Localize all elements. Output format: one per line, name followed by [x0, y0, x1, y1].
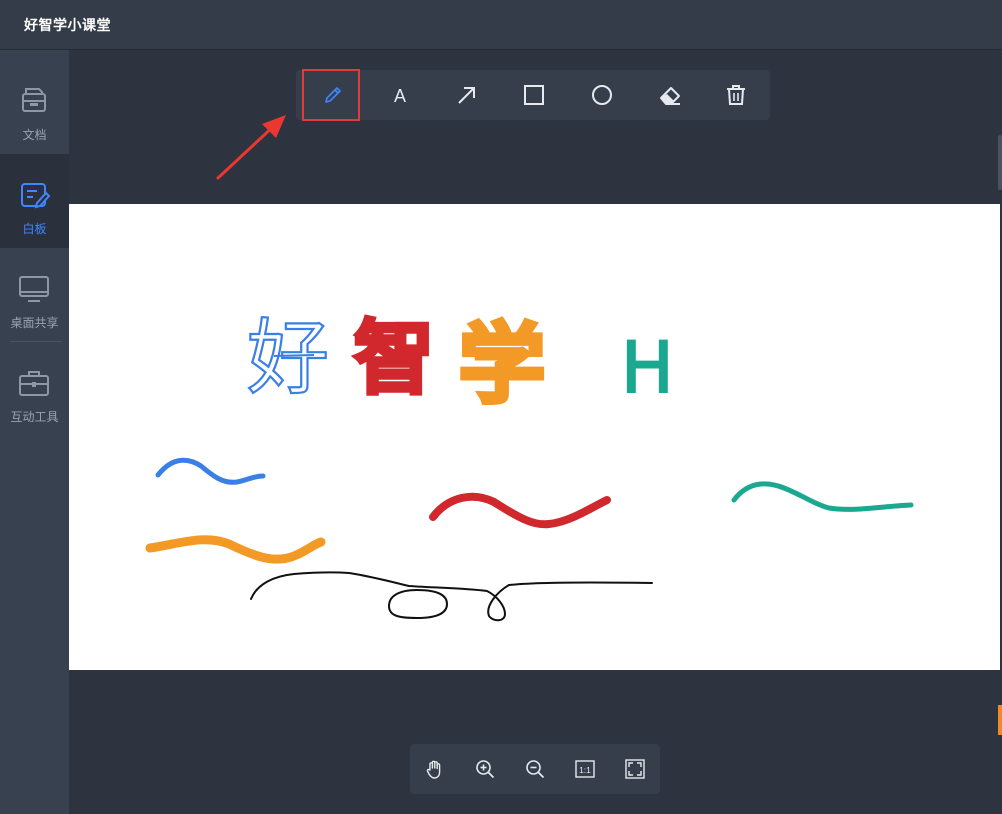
drawn-stroke	[429, 492, 611, 529]
text-icon: A	[394, 86, 406, 106]
document-icon	[22, 88, 46, 112]
svg-text:A: A	[394, 86, 406, 106]
circle-tool-button[interactable]	[584, 77, 620, 113]
drawn-character: 学	[459, 315, 545, 415]
drawn-stroke	[145, 535, 326, 564]
side-tab	[998, 705, 1002, 735]
title-bar: 好智学小课堂	[0, 0, 1002, 50]
eraser-tool-button[interactable]	[652, 77, 688, 113]
drawn-character: H	[621, 327, 674, 409]
actual-size-icon: 1:1	[575, 760, 595, 778]
hand-icon	[426, 760, 441, 779]
rectangle-icon	[524, 85, 544, 105]
sidebar-item-label: 白板	[22, 222, 47, 236]
sidebar-item-interactive-tools[interactable]: 互动工具	[0, 342, 69, 436]
drawn-character: 好	[247, 311, 329, 406]
sidebar: 文档 白板 桌面共享 互动工具	[0, 50, 69, 814]
pen-highlight-box	[302, 69, 360, 121]
svg-text:1:1: 1:1	[579, 765, 591, 775]
monitor-icon	[19, 276, 49, 302]
whiteboard-canvas[interactable]: 好 智 学 H	[69, 204, 1000, 670]
whiteboard-icon	[21, 183, 51, 209]
sidebar-item-label: 文档	[22, 128, 47, 142]
trash-icon	[727, 85, 745, 105]
drawn-stroke	[387, 588, 449, 620]
toolbox-icon	[19, 371, 49, 396]
fit-screen-icon	[625, 759, 645, 779]
circle-icon	[592, 85, 612, 105]
annotation-arrow-icon	[216, 115, 286, 180]
text-tool-button[interactable]: A	[382, 77, 418, 113]
rectangle-tool-button[interactable]	[516, 77, 552, 113]
drawn-character: 智	[354, 312, 434, 405]
drawn-stroke	[250, 571, 653, 622]
clear-all-button[interactable]	[718, 77, 754, 113]
view-controls: 1:1	[410, 744, 660, 794]
sidebar-item-screen-share[interactable]: 桌面共享	[0, 248, 69, 342]
zoom-in-button[interactable]	[472, 756, 498, 782]
app-title: 好智学小课堂	[24, 18, 111, 34]
arrow-icon	[458, 87, 475, 104]
sidebar-item-label: 互动工具	[10, 410, 59, 424]
drawing-toolbar: A	[296, 70, 770, 120]
scroll-indicator	[998, 135, 1002, 190]
sidebar-item-documents[interactable]: 文档	[0, 60, 69, 154]
actual-size-button[interactable]: 1:1	[572, 756, 598, 782]
sidebar-item-label: 桌面共享	[10, 316, 59, 330]
sidebar-item-whiteboard[interactable]: 白板	[0, 154, 69, 248]
zoom-in-icon	[476, 760, 495, 779]
zoom-out-icon	[526, 760, 545, 779]
pan-button[interactable]	[422, 756, 448, 782]
drawn-stroke	[155, 457, 266, 485]
drawn-stroke	[731, 481, 914, 512]
zoom-out-button[interactable]	[522, 756, 548, 782]
whiteboard-drawing: 好 智 学 H	[145, 310, 914, 622]
eraser-icon	[660, 87, 680, 105]
arrow-tool-button[interactable]	[449, 77, 485, 113]
fit-screen-button[interactable]	[622, 756, 648, 782]
